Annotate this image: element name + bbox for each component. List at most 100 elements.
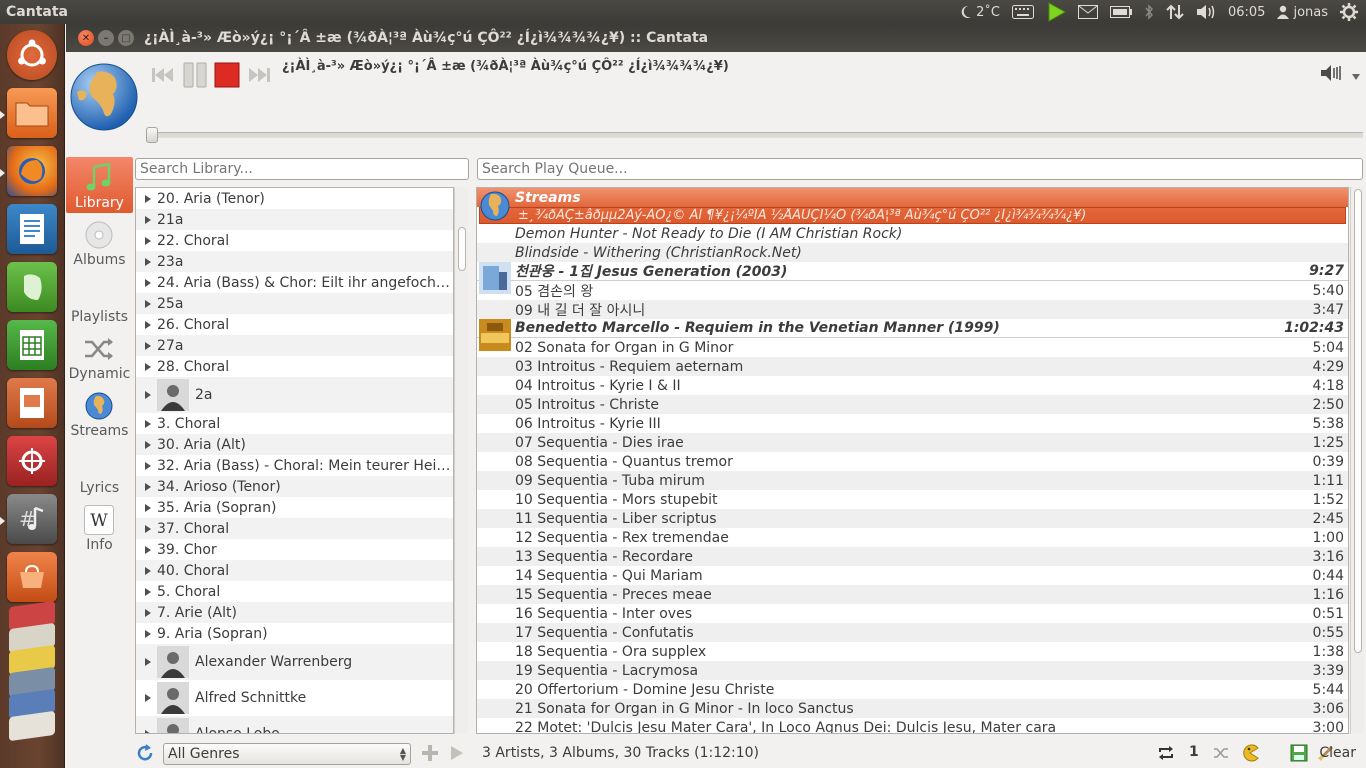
play-selection-icon[interactable] <box>450 745 464 765</box>
bluetooth-icon[interactable] <box>1144 4 1154 20</box>
expand-arrow-icon[interactable] <box>145 236 151 245</box>
maximize-window-button[interactable]: □ <box>118 30 134 46</box>
tab-library[interactable]: Library <box>66 157 133 213</box>
minimize-window-button[interactable]: – <box>98 30 114 46</box>
tab-albums[interactable]: Albums <box>66 214 133 270</box>
chevron-down-icon[interactable] <box>1352 69 1360 84</box>
title-bar[interactable]: ✕ – □ ¿¡ÀÌ¸à-³» Æò»ý¿¡ °¡´Â ±æ (¾ðÀ¦³ª À… <box>66 24 1366 52</box>
volume-button[interactable] <box>1320 64 1344 86</box>
software-center-icon[interactable] <box>7 552 57 602</box>
files-app-icon[interactable] <box>7 88 57 138</box>
queue-row[interactable]: 07 Sequentia - Dies irae 1:25 <box>477 433 1348 452</box>
library-item[interactable]: 32. Aria (Bass) - Choral: Mein teurer He… <box>136 455 453 476</box>
queue-row[interactable]: 22 Motet: 'Dulcis Jesu Mater Cara', In L… <box>477 718 1348 734</box>
current-stream-row[interactable]: ±¸¾ðÀÇ±âðµµ2Áý-ÀÓ¿© ÀÌ ¶¥¿¡¼ºÎÄ ½ÅÀÛÇÏ¼Ò… <box>479 207 1346 224</box>
expand-arrow-icon[interactable] <box>145 461 151 470</box>
expand-arrow-icon[interactable] <box>145 215 151 224</box>
expand-arrow-icon[interactable] <box>145 730 151 733</box>
queue-row[interactable]: 20 Offertorium - Domine Jesu Christe 5:44 <box>477 680 1348 699</box>
expand-arrow-icon[interactable] <box>145 608 151 617</box>
battery-icon[interactable] <box>1109 6 1132 18</box>
expand-arrow-icon[interactable] <box>145 419 151 428</box>
queue-group-header[interactable]: Streams <box>477 188 1348 221</box>
launcher-overflow-stack[interactable] <box>7 600 57 754</box>
user-menu[interactable]: jonas <box>1277 5 1328 20</box>
impress-icon[interactable] <box>7 378 57 428</box>
ubuntu-dash-icon[interactable] <box>7 30 57 80</box>
library-item[interactable]: 22. Choral <box>136 230 453 251</box>
library-item[interactable]: 27a <box>136 335 453 356</box>
queue-row[interactable]: 06 Introitus - Kyrie III 5:38 <box>477 414 1348 433</box>
session-gear-icon[interactable] <box>1340 3 1358 21</box>
queue-row[interactable]: 09 Sequentia - Tuba mirum 1:11 <box>477 471 1348 490</box>
queue-search-input[interactable] <box>477 158 1363 180</box>
library-item[interactable]: 28. Choral <box>136 356 453 377</box>
library-item[interactable]: 30. Aria (Alt) <box>136 434 453 455</box>
evernote-icon[interactable] <box>7 262 57 312</box>
tab-info[interactable]: W Info <box>66 499 133 555</box>
expand-arrow-icon[interactable] <box>145 341 151 350</box>
library-item[interactable]: 5. Choral <box>136 581 453 602</box>
library-item[interactable]: 24. Aria (Bass) & Chor: Eilt ihr angefoc… <box>136 272 453 293</box>
library-item[interactable]: 40. Choral <box>136 560 453 581</box>
library-item[interactable]: 20. Aria (Tenor) <box>136 188 453 209</box>
expand-arrow-icon[interactable] <box>145 658 151 666</box>
network-icon[interactable] <box>1166 3 1184 21</box>
library-item[interactable]: 39. Chor <box>136 539 453 560</box>
tab-lyrics[interactable]: Lyrics <box>66 442 133 498</box>
library-item[interactable]: Alexander Warrenberg <box>136 644 453 680</box>
expand-arrow-icon[interactable] <box>145 257 151 266</box>
refresh-icon[interactable] <box>136 744 154 766</box>
queue-row[interactable]: 18 Sequentia - Ora supplex 1:38 <box>477 642 1348 661</box>
queue-row[interactable]: 11 Sequentia - Liber scriptus 2:45 <box>477 509 1348 528</box>
library-item[interactable]: 23a <box>136 251 453 272</box>
clear-button[interactable]: Clear <box>1319 745 1356 761</box>
tab-streams[interactable]: Streams <box>66 385 133 441</box>
expand-arrow-icon[interactable] <box>145 362 151 371</box>
queue-row[interactable]: 04 Introitus - Kyrie I & II 4:18 <box>477 376 1348 395</box>
queue-row[interactable]: Demon Hunter - Not Ready to Die (I AM Ch… <box>477 224 1348 243</box>
tab-playlists[interactable]: Playlists <box>66 271 133 327</box>
queue-row[interactable]: 05 겸손의 왕 5:40 <box>477 281 1348 300</box>
expand-arrow-icon[interactable] <box>145 629 151 638</box>
queue-row[interactable]: 09 내 길 더 잘 아시니 3:47 <box>477 300 1348 319</box>
queue-row[interactable]: 15 Sequentia - Preces meae 1:16 <box>477 585 1348 604</box>
screenshot-tool-icon[interactable] <box>7 436 57 486</box>
expand-arrow-icon[interactable] <box>145 320 151 329</box>
expand-arrow-icon[interactable] <box>145 482 151 491</box>
weather-indicator[interactable]: 2˚C <box>960 5 1000 20</box>
consume-icon[interactable] <box>1241 744 1259 766</box>
close-window-button[interactable]: ✕ <box>78 30 94 46</box>
library-item[interactable]: 7. Arie (Alt) <box>136 602 453 623</box>
expand-arrow-icon[interactable] <box>145 587 151 596</box>
library-search-input[interactable] <box>135 158 469 180</box>
library-item[interactable]: 9. Aria (Sopran) <box>136 623 453 644</box>
expand-arrow-icon[interactable] <box>145 391 151 399</box>
library-scrollbar[interactable] <box>454 187 468 734</box>
save-playlist-icon[interactable] <box>1290 744 1308 766</box>
queue-row[interactable]: 08 Sequentia - Quantus tremor 0:39 <box>477 452 1348 471</box>
queue-row[interactable]: 13 Sequentia - Recordare 3:16 <box>477 547 1348 566</box>
library-item[interactable]: 34. Arioso (Tenor) <box>136 476 453 497</box>
library-item[interactable]: Alonso Lobo <box>136 716 453 733</box>
genre-select[interactable]: All Genres ▲ ▼ <box>163 743 411 765</box>
queue-row[interactable]: 10 Sequentia - Mors stupebit 1:52 <box>477 490 1348 509</box>
queue-scrollbar[interactable] <box>1350 187 1364 734</box>
library-item[interactable]: 35. Aria (Sopran) <box>136 497 453 518</box>
repeat-icon[interactable] <box>1158 746 1174 764</box>
next-track-button[interactable] <box>246 62 272 88</box>
queue-row[interactable]: 12 Sequentia - Rex tremendae 1:00 <box>477 528 1348 547</box>
app-menu-title[interactable]: Cantata <box>0 4 960 20</box>
library-item[interactable]: 37. Choral <box>136 518 453 539</box>
queue-row[interactable]: 05 Introitus - Christe 2:50 <box>477 395 1348 414</box>
single-mode-toggle[interactable]: 1 <box>1189 744 1199 760</box>
queue-group-header[interactable]: Benedetto Marcello - Requiem in the Vene… <box>477 319 1348 351</box>
mail-icon[interactable] <box>1077 5 1098 19</box>
queue-row[interactable]: 17 Sequentia - Confutatis 0:55 <box>477 623 1348 642</box>
seek-handle[interactable] <box>146 127 158 143</box>
queue-group-header[interactable]: 천관웅 - 1집 Jesus Generation (2003) 9:27 <box>477 262 1348 294</box>
queue-row[interactable]: 16 Sequentia - Inter oves 0:51 <box>477 604 1348 623</box>
expand-arrow-icon[interactable] <box>145 278 151 287</box>
expand-arrow-icon[interactable] <box>145 566 151 575</box>
library-item[interactable]: 2a <box>136 377 453 413</box>
